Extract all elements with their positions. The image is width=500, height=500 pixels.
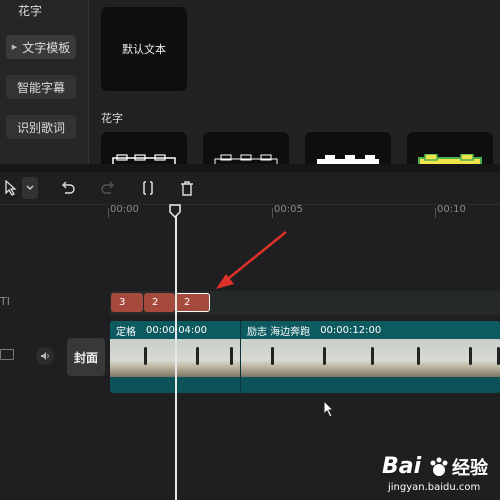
text-clip[interactable]: 3 xyxy=(111,293,143,312)
video-frame xyxy=(110,339,160,377)
default-text-tile[interactable]: 默认文本 xyxy=(101,7,187,91)
sidebar-item-lyrics-recognition[interactable]: 识别歌词 xyxy=(6,115,76,139)
ruler-tick-label: 00:00 xyxy=(110,204,139,215)
split-icon xyxy=(143,181,153,195)
sidebar-heading[interactable]: 花字 xyxy=(18,2,42,19)
sidebar-item-label: 智能字幕 xyxy=(16,80,65,95)
watermark-brand: Bai xyxy=(382,454,422,479)
timeline-toolbar xyxy=(0,172,500,205)
sidebar-item-auto-captions[interactable]: 智能字幕 xyxy=(6,75,76,99)
timeline-ruler[interactable]: 00:00 00:05 00:10 xyxy=(108,204,500,218)
ruler-tick xyxy=(435,208,436,218)
caret-right-icon: ▶ xyxy=(11,43,18,51)
chevron-down-icon xyxy=(26,185,34,190)
watermark-url: jingyan.baidu.com xyxy=(388,482,481,493)
video-frame xyxy=(341,339,391,377)
undo-button[interactable] xyxy=(58,177,78,199)
text-panel: 花字 ▶ 文字模板 智能字幕 识别歌词 默认文本 花字 xyxy=(0,0,500,172)
audio-toggle-button[interactable] xyxy=(36,347,54,365)
ruler-tick-label: 00:05 xyxy=(274,204,303,215)
default-text-label: 默认文本 xyxy=(122,43,166,56)
baidu-jingyan-watermark: Bai 经验 jingyan.baidu.com xyxy=(380,452,500,500)
speaker-icon xyxy=(41,352,49,360)
text-clip[interactable]: 2 xyxy=(144,293,175,312)
split-button[interactable] xyxy=(138,177,158,199)
section-label-fancy-text: 花字 xyxy=(101,112,123,125)
select-tool-button[interactable] xyxy=(0,177,22,199)
delete-button[interactable] xyxy=(177,177,197,199)
cursor-arrow-icon xyxy=(5,180,17,196)
undo-icon xyxy=(62,181,75,194)
panel-divider[interactable] xyxy=(0,164,500,172)
sidebar-item-label: 识别歌词 xyxy=(16,120,65,135)
video-thumbnails xyxy=(110,339,500,377)
video-frame xyxy=(441,339,491,377)
text-lane-icon: TI xyxy=(0,295,10,308)
sidebar-item-text-templates[interactable]: ▶ 文字模板 xyxy=(6,35,76,59)
video-frame xyxy=(291,339,341,377)
video-frame xyxy=(391,339,441,377)
text-clip-selected[interactable]: 2 xyxy=(175,293,210,312)
sidebar-item-label: 文字模板 xyxy=(22,40,71,55)
redo-icon xyxy=(101,181,114,194)
playhead-line[interactable] xyxy=(175,208,177,500)
ruler-tick-label: 00:10 xyxy=(437,204,466,215)
video-track[interactable]: 定格 00:00:04:00 励志 海边奔跑 00:00:12:00 xyxy=(110,321,500,393)
tool-dropdown[interactable] xyxy=(22,177,38,199)
ruler-tick xyxy=(108,208,109,218)
watermark-brand-cn: 经验 xyxy=(452,458,488,479)
cover-button[interactable]: 封面 xyxy=(67,338,105,376)
paw-logo-icon xyxy=(430,457,448,476)
trash-icon xyxy=(181,180,193,196)
segment-divider xyxy=(240,321,241,393)
playhead-handle-icon[interactable] xyxy=(169,204,181,218)
mouse-pointer-icon xyxy=(323,400,335,418)
segment-tag: 定格 xyxy=(116,326,136,338)
segment-duration: 00:00:12:00 xyxy=(320,324,382,336)
video-frame xyxy=(241,339,291,377)
video-lane-icon xyxy=(0,349,14,360)
annotation-arrow-icon xyxy=(216,231,287,289)
video-frame xyxy=(491,339,500,377)
ruler-tick xyxy=(272,208,273,218)
text-sidebar: 花字 ▶ 文字模板 智能字幕 识别歌词 xyxy=(0,0,89,165)
segment-tag: 励志 海边奔跑 xyxy=(247,326,311,338)
video-segment-header[interactable]: 励志 海边奔跑 00:00:12:00 xyxy=(241,321,500,339)
redo-button[interactable] xyxy=(98,177,118,199)
video-frame xyxy=(160,339,210,377)
